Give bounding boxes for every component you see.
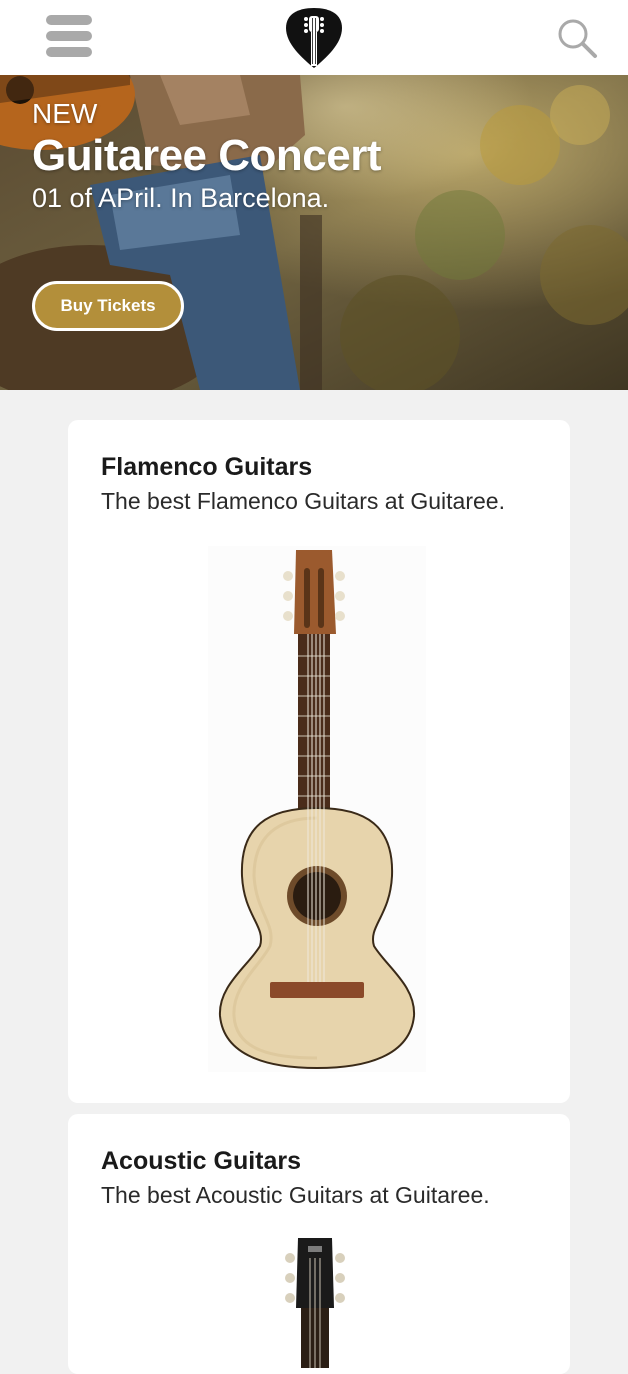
- product-card-acoustic[interactable]: Acoustic Guitars The best Acoustic Guita…: [68, 1114, 570, 1374]
- hero-tag: NEW: [32, 98, 98, 129]
- card-description: The best Acoustic Guitars at Guitaree.: [101, 1182, 490, 1208]
- card-description: The best Flamenco Guitars at Guitaree.: [101, 488, 505, 514]
- hero-subtitle: 01 of APril. In Barcelona.: [32, 183, 330, 213]
- hero-text: NEW Guitaree Concert 01 of APril. In Bar…: [32, 98, 381, 214]
- hero-title: Guitaree Concert: [32, 131, 381, 180]
- search-icon[interactable]: [556, 17, 598, 59]
- buy-tickets-button[interactable]: Buy Tickets: [32, 281, 184, 331]
- classical-guitar-image: [208, 546, 426, 1072]
- acoustic-guitar-headstock-image: [285, 1238, 345, 1368]
- card-title: Flamenco Guitars: [101, 453, 313, 481]
- top-bar: [0, 0, 628, 75]
- hamburger-menu-icon[interactable]: [46, 15, 92, 57]
- card-title: Acoustic Guitars: [101, 1147, 302, 1175]
- product-card-flamenco[interactable]: Flamenco Guitars The best Flamenco Guita…: [68, 420, 570, 1103]
- guitar-pick-logo[interactable]: [284, 6, 344, 70]
- hero-banner: NEW Guitaree Concert 01 of APril. In Bar…: [0, 75, 628, 390]
